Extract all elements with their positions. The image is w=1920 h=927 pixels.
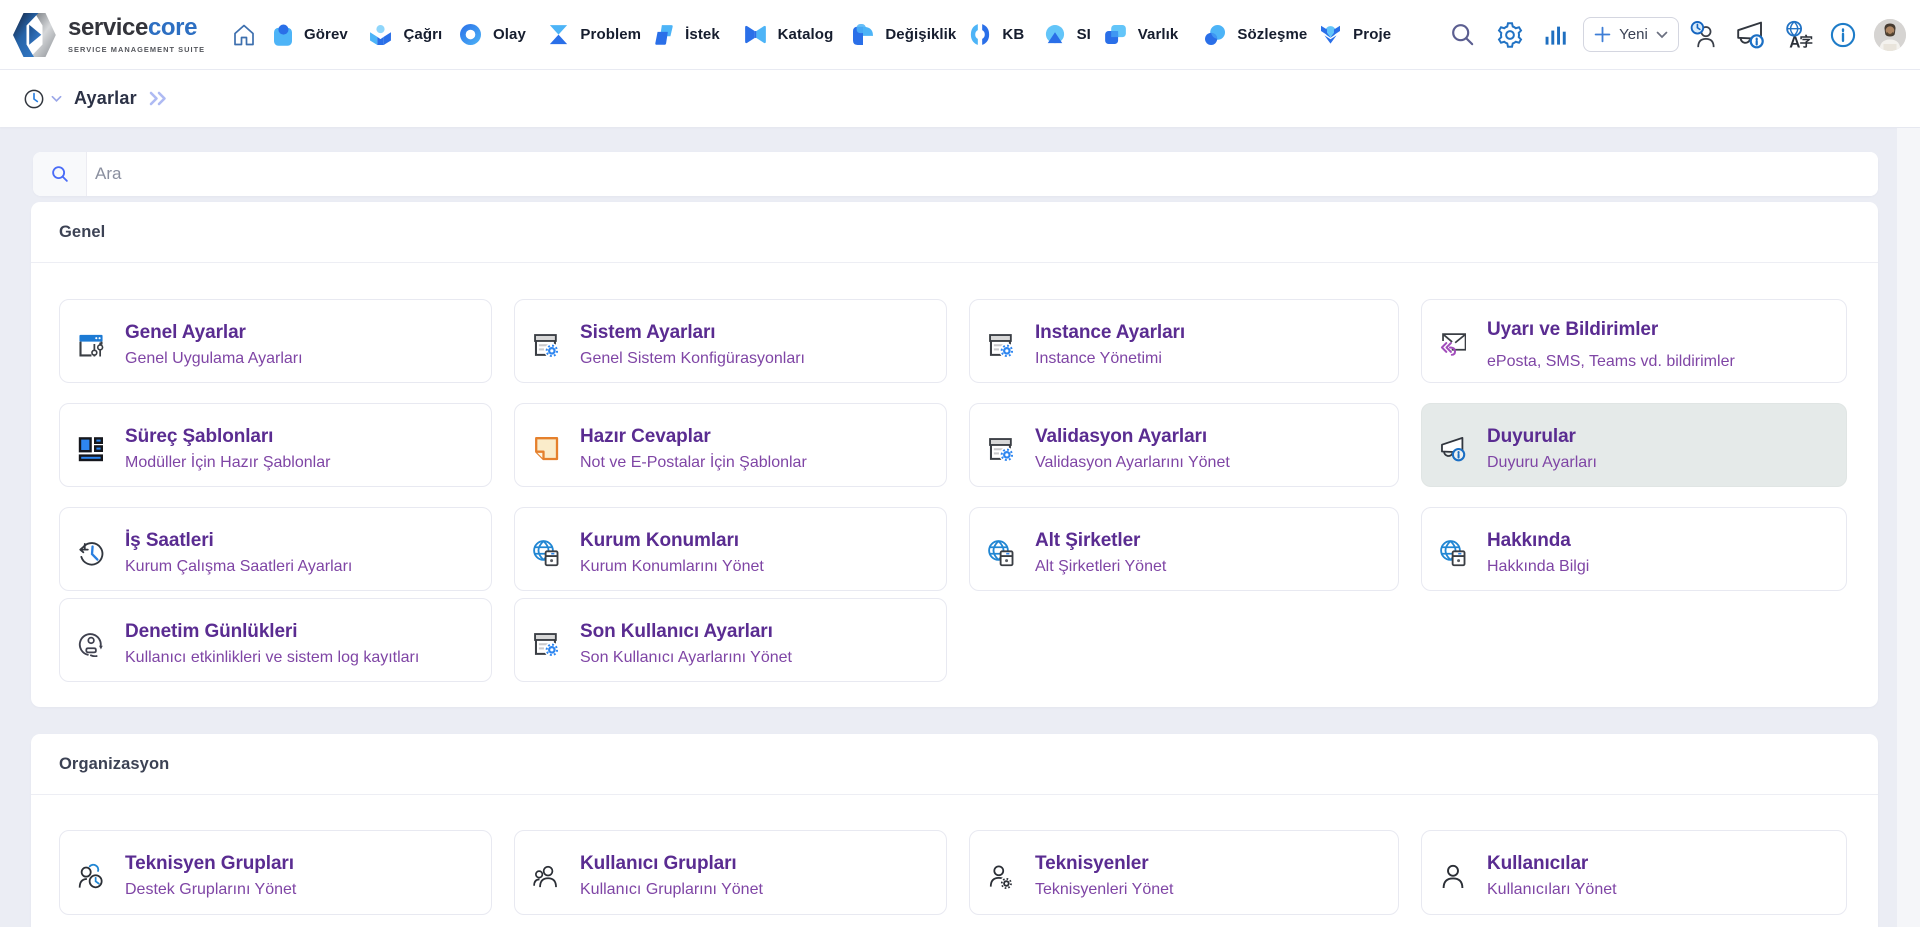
svg-text:字: 字 [1799, 33, 1813, 49]
